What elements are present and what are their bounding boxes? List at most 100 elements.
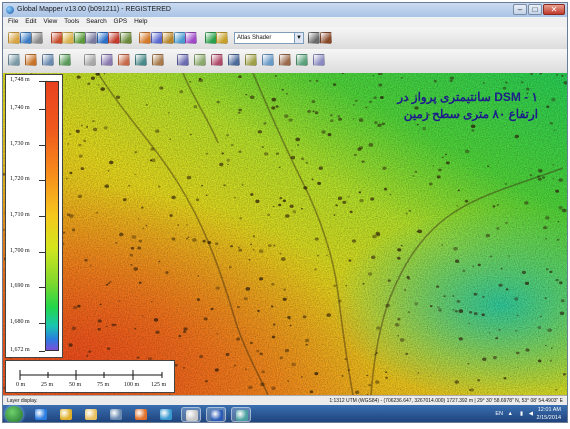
chevron-down-icon[interactable]: ▼ (294, 33, 303, 43)
toolbar-tool-icon[interactable] (8, 32, 20, 44)
terrain-pit (464, 149, 470, 154)
terrain-pit (375, 380, 380, 384)
terrain-pit (417, 229, 423, 234)
terrain-pit (397, 335, 399, 337)
digitizer-toolbar (3, 49, 567, 74)
toolbar-tool-icon[interactable] (216, 32, 228, 44)
toolbar-tool-icon[interactable] (319, 32, 332, 44)
terrain-pit (198, 78, 204, 83)
terrain-pit (282, 297, 287, 301)
minimize-button[interactable]: – (513, 4, 527, 15)
toolbar-tool-icon[interactable] (8, 54, 20, 66)
toolbar-tool-icon[interactable] (73, 32, 86, 44)
terrain-pit (241, 184, 244, 186)
menu-view[interactable]: View (43, 18, 57, 25)
clock-date[interactable]: 2/15/2014 (531, 415, 561, 421)
terrain-pit (130, 246, 135, 250)
toolbar-tool-icon[interactable] (119, 32, 132, 44)
menu-search[interactable]: Search (86, 18, 107, 25)
terrain-pit (464, 199, 469, 203)
tray-arrow-icon[interactable]: ▲ (508, 411, 513, 417)
toolbar-tool-icon[interactable] (245, 54, 257, 66)
menu-edit[interactable]: Edit (25, 18, 36, 25)
toolbar-tool-icon[interactable] (211, 54, 223, 66)
terrain-pit (468, 310, 473, 314)
toolbar-tool-icon[interactable] (162, 32, 174, 44)
terrain-pit (279, 356, 283, 360)
toolbar-tool-icon[interactable] (152, 54, 164, 66)
toolbar-tool-icon[interactable] (308, 32, 320, 44)
toolbar-tool-icon[interactable] (194, 54, 206, 66)
close-button[interactable]: ✕ (543, 4, 565, 15)
terrain-pit (133, 266, 139, 271)
taskbar-ie-icon[interactable] (31, 407, 51, 422)
taskbar-media-icon[interactable] (106, 407, 126, 422)
terrain-pit (477, 263, 481, 267)
terrain-pit (514, 297, 519, 301)
toolbar-tool-icon[interactable] (25, 54, 37, 66)
toolbar-tool-icon[interactable] (177, 54, 189, 66)
toolbar-tool-icon[interactable] (42, 54, 54, 66)
network-icon[interactable]: ▮ (520, 411, 523, 417)
taskbar-word-icon[interactable] (206, 407, 226, 422)
terrain-pit (503, 377, 507, 380)
terrain-pit (453, 247, 458, 251)
terrain-pit (537, 359, 542, 363)
toolbar-tool-icon[interactable] (50, 32, 63, 44)
menu-tools[interactable]: Tools (64, 18, 79, 25)
taskbar-folder-icon[interactable] (81, 407, 101, 422)
clock-time[interactable]: 12:01 AM (531, 407, 561, 413)
menu-file[interactable]: File (8, 18, 18, 25)
language-indicator[interactable]: EN (495, 411, 503, 417)
shader-select[interactable]: Atlas Shader ▼ (234, 32, 304, 44)
terrain-pit (449, 76, 455, 80)
toolbar-tool-icon[interactable] (31, 32, 43, 44)
toolbar-tool-icon[interactable] (135, 54, 147, 66)
terrain-pit (295, 137, 301, 142)
terrain-pit (333, 214, 336, 216)
terrain-pit (348, 259, 352, 262)
toolbar-tool-icon[interactable] (296, 54, 308, 66)
terrain-pit (556, 238, 560, 241)
terrain-pit (445, 161, 450, 165)
global-mapper-icon (236, 410, 248, 421)
toolbar-tool-icon[interactable] (118, 54, 130, 66)
toolbar-tool-icon[interactable] (228, 54, 240, 66)
toolbar-tool-icon[interactable] (19, 32, 32, 44)
menu-help[interactable]: Help (134, 18, 147, 25)
toolbar-tool-icon[interactable] (150, 32, 163, 44)
toolbar-tool-icon[interactable] (101, 54, 113, 66)
terrain-pit (437, 306, 440, 309)
terrain-pit (471, 129, 475, 132)
toolbar-tool-icon[interactable] (96, 32, 109, 44)
toolbar-tool-icon[interactable] (185, 32, 197, 44)
start-button[interactable] (5, 406, 23, 422)
terrain-pit (115, 241, 118, 244)
terrain-pit (271, 283, 275, 286)
terrain-pit (368, 384, 371, 387)
menu-gps[interactable]: GPS (114, 18, 128, 25)
toolbar-tool-icon[interactable] (262, 54, 274, 66)
terrain-pit (238, 75, 242, 79)
toolbar-tool-icon[interactable] (59, 54, 71, 66)
toolbar-tool-icon[interactable] (313, 54, 325, 66)
taskbar-explorer-icon[interactable] (181, 407, 201, 422)
taskbar-global-mapper-icon[interactable] (231, 407, 251, 422)
toolbar-tool-icon[interactable] (204, 32, 217, 44)
toolbar-tool-icon[interactable] (85, 32, 97, 44)
terrain-pit (279, 197, 283, 200)
terrain-pit (302, 315, 307, 319)
toolbar-tool-icon[interactable] (84, 54, 96, 66)
terrain-pit (131, 235, 137, 239)
taskbar-globe-icon[interactable] (156, 407, 176, 422)
toolbar-tool-icon[interactable] (108, 32, 120, 44)
toolbar-tool-icon[interactable] (62, 32, 74, 44)
toolbar-tool-icon[interactable] (173, 32, 186, 44)
terrain-pit (537, 326, 542, 330)
taskbar-chrome-icon[interactable] (56, 407, 76, 422)
toolbar-tool-icon[interactable] (279, 54, 291, 66)
maximize-button[interactable]: □ (528, 4, 542, 15)
toolbar-tool-icon[interactable] (139, 32, 151, 44)
terrain-pit (372, 234, 377, 239)
taskbar-firefox-icon[interactable] (131, 407, 151, 422)
